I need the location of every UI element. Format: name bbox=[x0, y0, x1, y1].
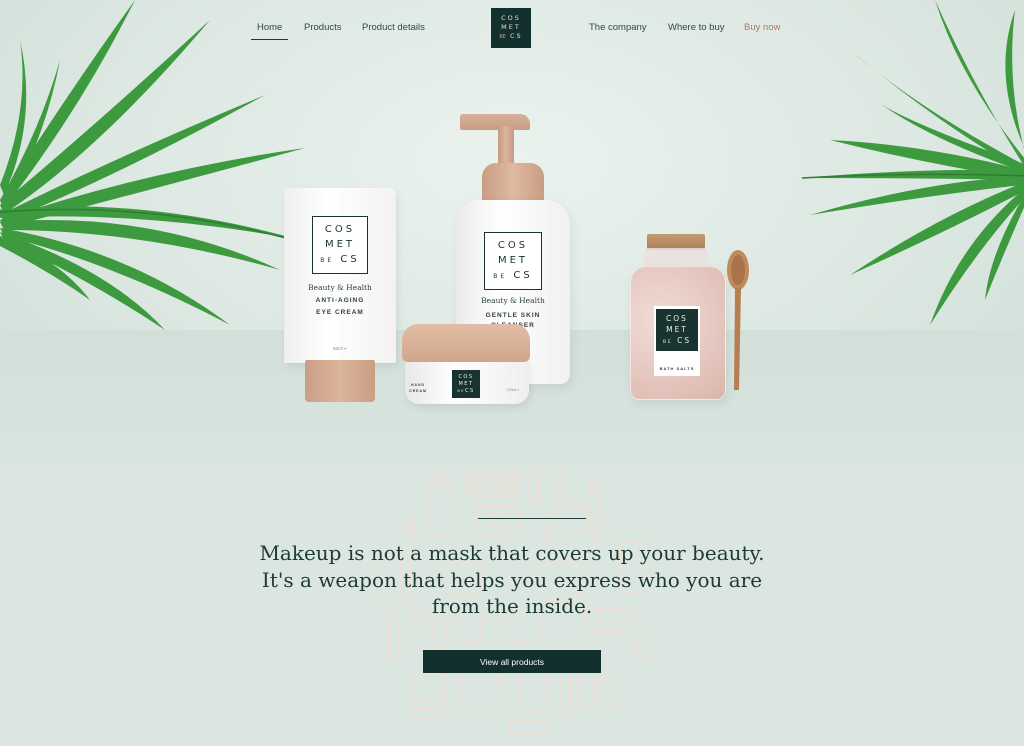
jar-logo-be: BE bbox=[457, 388, 465, 393]
tube-cap bbox=[305, 360, 375, 402]
quote-line1: Makeup is not a mask that covers up your… bbox=[259, 541, 765, 565]
nav-the-company[interactable]: The company bbox=[589, 22, 647, 33]
salts-name: BATH SALTS bbox=[659, 366, 695, 371]
tube-body bbox=[284, 188, 396, 363]
tube-name-line1: ANTI-AGING bbox=[315, 297, 365, 304]
nav-product-details[interactable]: Product details bbox=[362, 22, 425, 33]
hero-banner: COS MET BE CS Beauty & Health ANTI-AGING… bbox=[0, 0, 1024, 462]
pump-logo-line2: MET bbox=[497, 255, 529, 266]
top-navigation: Home Products Product details COS MET BE… bbox=[0, 0, 1024, 60]
pump-name-line1: GENTLE SKIN bbox=[485, 312, 541, 319]
jar-name-line1: HAND bbox=[410, 383, 426, 387]
logo-line1: COS bbox=[501, 14, 521, 22]
logo-line2: MET bbox=[501, 23, 521, 31]
tube-logo-line3: CS bbox=[340, 254, 360, 265]
jar-logo-label: COS MET BECS bbox=[452, 370, 480, 398]
pump-tagline: Beauty & Health bbox=[481, 296, 545, 305]
pump-logo-line3: CS bbox=[513, 270, 533, 281]
tube-logo-be: BE bbox=[320, 257, 335, 264]
logo-be: BE bbox=[499, 34, 506, 40]
logo-line3: CS bbox=[510, 32, 523, 40]
tube-name-line2: EYE CREAM bbox=[316, 309, 364, 316]
jar-logo-line3: CS bbox=[464, 387, 475, 394]
pump-logo-line1: COS bbox=[497, 240, 529, 251]
tube-logo-line2: MET bbox=[324, 239, 356, 250]
pump-logo-be: BE bbox=[493, 273, 508, 280]
quote-divider bbox=[478, 518, 586, 519]
tube-volume: 50ml ℮ bbox=[333, 346, 347, 351]
jar-volume: 100ml ℮ bbox=[506, 388, 520, 392]
quote-line3: from the inside. bbox=[431, 594, 593, 618]
salts-logo-line2: MET bbox=[666, 324, 688, 334]
salts-logo-line1: COS bbox=[666, 313, 688, 323]
pump-collar bbox=[482, 163, 544, 203]
jar-name-line2: CREAM bbox=[409, 389, 427, 393]
jar-logo-line1: COS bbox=[458, 373, 474, 380]
tube-tagline: Beauty & Health bbox=[308, 283, 372, 292]
brand-quote: Makeup is not a mask that covers up your… bbox=[212, 540, 812, 620]
salts-logo-label: COS MET BE CS bbox=[656, 309, 698, 351]
wooden-spoon-illustration bbox=[727, 250, 749, 390]
jar-lid bbox=[402, 324, 530, 362]
nav-where-to-buy[interactable]: Where to buy bbox=[668, 22, 725, 33]
tube-logo-label: COS MET BE CS bbox=[312, 216, 368, 274]
nav-products[interactable]: Products bbox=[304, 22, 342, 33]
pump-nozzle bbox=[460, 114, 530, 130]
salts-logo-line3: CS bbox=[677, 335, 692, 345]
pump-logo-label: COS MET BE CS bbox=[484, 232, 542, 290]
quote-line2: It's a weapon that helps you express who… bbox=[261, 567, 763, 592]
nav-buy-now[interactable]: Buy now bbox=[744, 22, 780, 33]
nav-home[interactable]: Home bbox=[250, 22, 289, 40]
brand-logo[interactable]: COS MET BE CS bbox=[491, 8, 531, 48]
salts-logo-be: BE bbox=[662, 339, 673, 345]
view-all-products-button[interactable]: View all products bbox=[423, 650, 601, 673]
tube-logo-line1: COS bbox=[324, 224, 356, 235]
jar-logo-line2: MET bbox=[458, 380, 474, 387]
